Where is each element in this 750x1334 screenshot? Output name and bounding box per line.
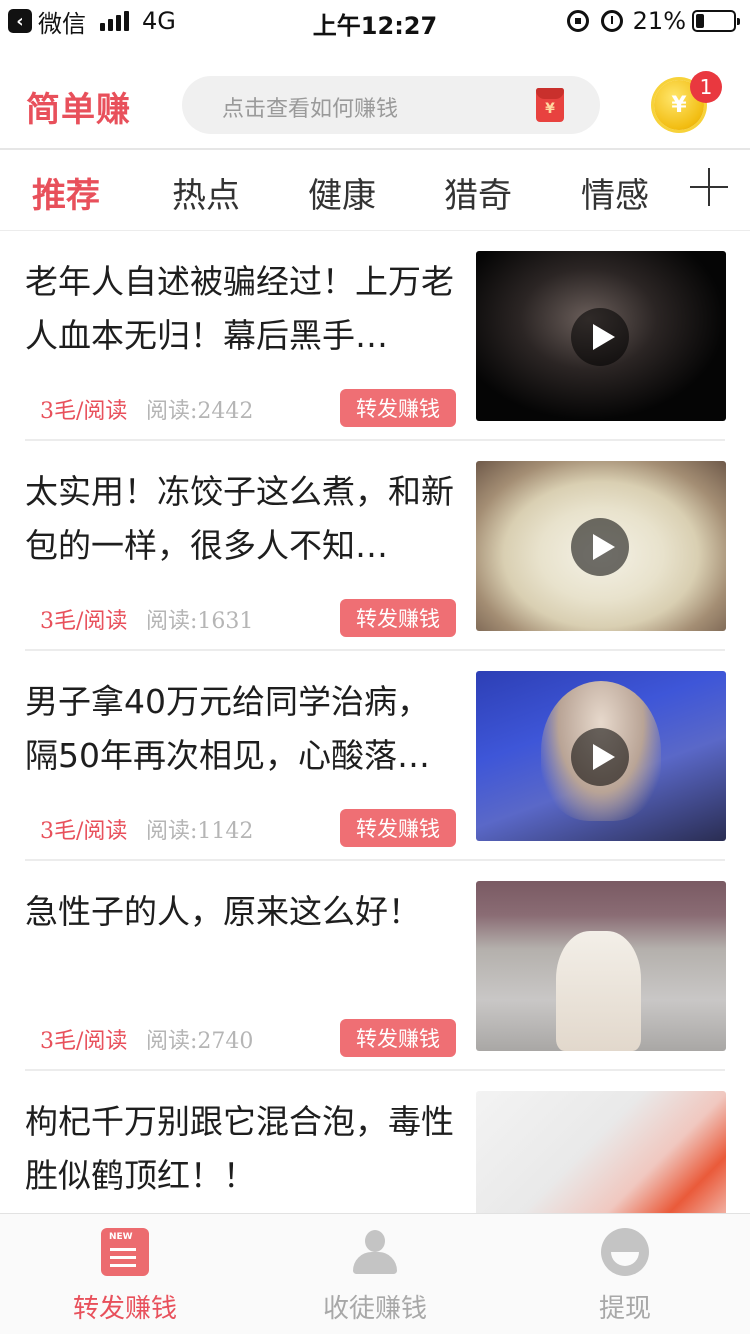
coin-symbol: ¥ <box>671 92 687 118</box>
share-earn-button[interactable]: 转发赚钱 <box>340 599 456 637</box>
red-packet-symbol: ¥ <box>545 101 555 117</box>
article-item[interactable]: 太实用！冻饺子这么煮，和新包的一样，很多人不知… 3毛/阅读 阅读:1631 转… <box>0 441 750 651</box>
search-bar[interactable]: 点击查看如何赚钱 ¥ <box>182 76 600 134</box>
share-earn-button[interactable]: 转发赚钱 <box>340 389 456 427</box>
nav-recruit-earn[interactable]: 收徒赚钱 <box>250 1214 500 1334</box>
article-price: 3毛/阅读 <box>40 1029 128 1054</box>
app-logo: 简单赚 <box>26 90 131 130</box>
article-title[interactable]: 老年人自述被骗经过！上万老人血本无归！幕后黑手… <box>25 255 461 363</box>
app-header: 简单赚 点击查看如何赚钱 ¥ ¥ 1 <box>0 56 750 150</box>
user-icon[interactable] <box>351 1228 399 1276</box>
article-price: 3毛/阅读 <box>40 609 128 634</box>
status-bar: ‹ 微信 4G 上午12:27 21% <box>0 0 750 42</box>
nav-label[interactable]: 转发赚钱 <box>0 1288 250 1325</box>
share-earn-button[interactable]: 转发赚钱 <box>340 1019 456 1057</box>
battery-icon <box>692 10 740 32</box>
battery-fill <box>696 14 704 28</box>
share-earn-button[interactable]: 转发赚钱 <box>340 809 456 847</box>
category-tabs: 推荐 热点 健康 猎奇 情感 <box>0 150 750 230</box>
bottom-nav: 转发赚钱 收徒赚钱 提现 <box>0 1213 750 1334</box>
rotation-lock-icon <box>566 10 589 32</box>
article-read-count: 阅读:2740 <box>146 1029 254 1054</box>
add-tab-icon[interactable] <box>690 168 728 206</box>
article-item[interactable]: 急性子的人，原来这么好！ 3毛/阅读 阅读:2740 转发赚钱 <box>0 861 750 1071</box>
status-right: 21% <box>555 6 740 36</box>
nav-withdraw[interactable]: 提现 <box>500 1214 750 1334</box>
alarm-icon <box>600 10 623 32</box>
tab-hot[interactable]: 热点 <box>172 168 240 217</box>
notification-badge: 1 <box>690 71 722 103</box>
article-read-count: 阅读:1142 <box>146 819 254 844</box>
search-placeholder[interactable]: 点击查看如何赚钱 <box>222 91 398 123</box>
red-packet-icon[interactable]: ¥ <box>536 88 564 122</box>
tab-curiosity[interactable]: 猎奇 <box>444 168 512 217</box>
article-item[interactable]: 枸杞千万别跟它混合泡，毒性胜似鹤顶红！！ <box>0 1071 750 1213</box>
battery-percent: 21% <box>632 7 686 35</box>
article-thumbnail[interactable] <box>476 1091 726 1213</box>
play-icon[interactable] <box>571 728 629 786</box>
withdraw-icon[interactable] <box>601 1228 649 1276</box>
article-title[interactable]: 太实用！冻饺子这么煮，和新包的一样，很多人不知… <box>25 465 461 573</box>
tab-emotion[interactable]: 情感 <box>581 168 649 217</box>
article-price: 3毛/阅读 <box>40 819 128 844</box>
tab-health[interactable]: 健康 <box>308 168 376 217</box>
article-thumbnail[interactable] <box>476 671 726 841</box>
play-icon[interactable] <box>571 518 629 576</box>
nav-label[interactable]: 提现 <box>500 1288 750 1325</box>
tab-recommend[interactable]: 推荐 <box>32 168 100 217</box>
article-thumbnail[interactable] <box>476 461 726 631</box>
article-item[interactable]: 男子拿40万元给同学治病，隔50年再次相见，心酸落… 3毛/阅读 阅读:1142… <box>0 651 750 861</box>
article-title[interactable]: 急性子的人，原来这么好！ <box>25 885 461 939</box>
article-title[interactable]: 枸杞千万别跟它混合泡，毒性胜似鹤顶红！！ <box>25 1095 461 1203</box>
article-item[interactable]: 老年人自述被骗经过！上万老人血本无归！幕后黑手… 3毛/阅读 阅读:2442 转… <box>0 231 750 441</box>
article-thumbnail[interactable] <box>476 881 726 1051</box>
article-read-count: 阅读:2442 <box>146 399 254 424</box>
nav-share-earn[interactable]: 转发赚钱 <box>0 1214 250 1334</box>
play-icon[interactable] <box>571 308 629 366</box>
news-icon[interactable] <box>101 1228 149 1276</box>
article-title[interactable]: 男子拿40万元给同学治病，隔50年再次相见，心酸落… <box>25 675 461 783</box>
article-feed: 老年人自述被骗经过！上万老人血本无归！幕后黑手… 3毛/阅读 阅读:2442 转… <box>0 231 750 1213</box>
nav-label[interactable]: 收徒赚钱 <box>250 1288 500 1325</box>
article-read-count: 阅读:1631 <box>146 609 254 634</box>
article-thumbnail[interactable] <box>476 251 726 421</box>
article-price: 3毛/阅读 <box>40 399 128 424</box>
